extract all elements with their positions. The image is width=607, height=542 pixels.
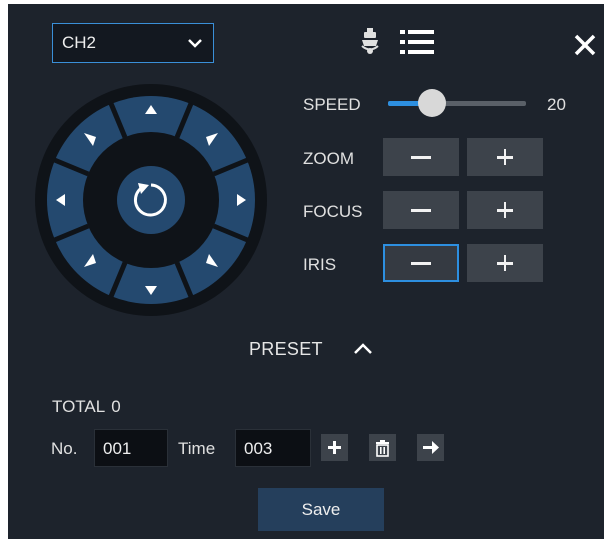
preset-no-label: No. xyxy=(51,439,78,458)
channel-select-value: CH2 xyxy=(62,33,97,52)
speed-value: 20 xyxy=(547,95,566,114)
focus-minus-button[interactable] xyxy=(383,191,459,229)
reset-button[interactable] xyxy=(117,166,185,234)
preset-time-label: Time xyxy=(178,439,216,458)
speed-label: SPEED xyxy=(303,95,361,114)
preset-total-label: TOTAL xyxy=(52,397,106,416)
focus-plus-button[interactable] xyxy=(467,191,543,229)
iris-minus-button[interactable] xyxy=(383,244,459,282)
zoom-out-button[interactable] xyxy=(383,138,459,176)
ptz-camera-icon[interactable] xyxy=(359,26,381,56)
preset-time-input[interactable]: 003 xyxy=(235,429,311,467)
channel-select[interactable]: CH2 xyxy=(52,23,214,63)
iris-label: IRIS xyxy=(303,255,337,274)
chevron-up-icon xyxy=(354,343,372,354)
list-icon[interactable] xyxy=(400,29,436,55)
minus-icon xyxy=(411,156,431,159)
close-icon[interactable] xyxy=(574,34,596,56)
trash-icon xyxy=(376,440,389,457)
add-preset-button[interactable] xyxy=(321,434,348,461)
focus-label: FOCUS xyxy=(303,202,363,221)
speed-slider-handle[interactable] xyxy=(418,89,447,117)
zoom-in-button[interactable] xyxy=(467,138,543,176)
delete-preset-button[interactable] xyxy=(369,434,396,461)
minus-icon xyxy=(411,262,431,265)
preset-total-value: 0 xyxy=(111,397,121,416)
direction-wheel xyxy=(35,84,267,316)
zoom-label: ZOOM xyxy=(303,149,354,168)
minus-icon xyxy=(411,209,431,212)
plus-icon xyxy=(328,441,341,454)
chevron-down-icon xyxy=(188,39,202,48)
iris-plus-button[interactable] xyxy=(467,244,543,282)
preset-toggle-label: PRESET xyxy=(249,339,323,359)
call-preset-button[interactable] xyxy=(417,434,444,461)
ptz-control-panel: CH2 SPEED 20 ZOOM FOCUS IRIS PRESET TOTA… xyxy=(8,4,604,539)
arrow-right-icon xyxy=(423,441,439,454)
preset-toggle[interactable]: PRESET xyxy=(249,339,372,360)
preset-no-input[interactable]: 001 xyxy=(94,429,168,467)
preset-total: TOTAL 0 xyxy=(52,397,127,417)
save-button[interactable]: Save xyxy=(258,488,384,531)
